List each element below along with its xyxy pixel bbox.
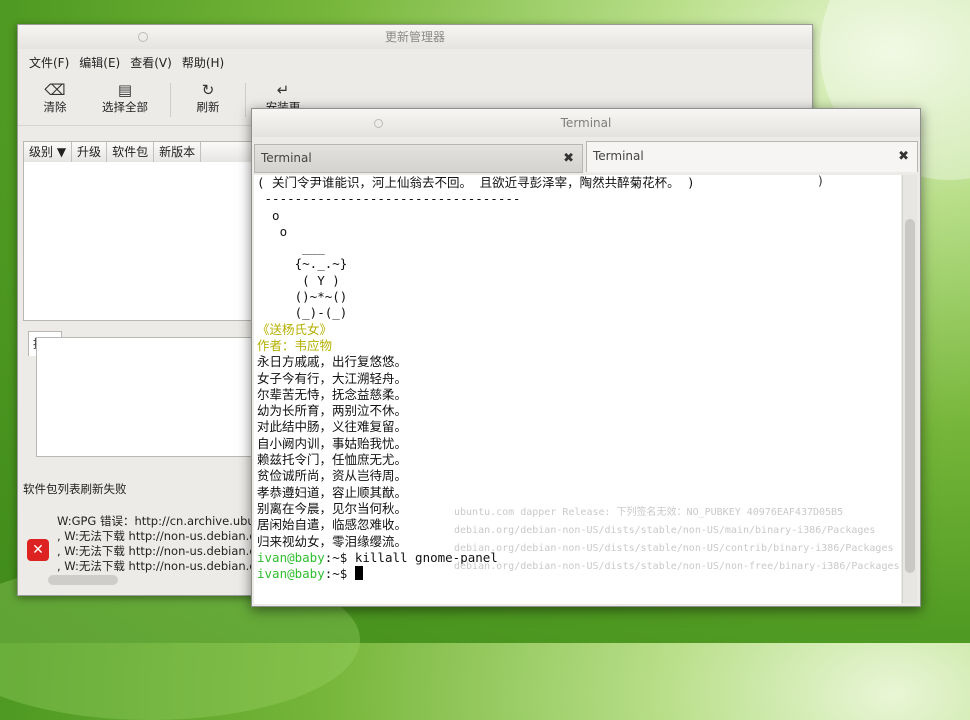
refresh-button-label: 刷新: [196, 100, 220, 114]
error-line: W:GPG 错误：http://cn.archive.ubuntu: [57, 514, 259, 528]
terminal-tab-1-label: Terminal: [261, 151, 312, 165]
menu-file[interactable]: 文件(F): [24, 54, 74, 71]
window-menu-icon[interactable]: [374, 119, 383, 128]
error-line: , W:无法下载 http://non-us.debian.or: [57, 559, 259, 573]
update-manager-titlebar[interactable]: 更新管理器: [18, 25, 812, 49]
toolbar-separator: [170, 83, 171, 117]
terminal-window-title: Terminal: [560, 116, 612, 130]
terminal-line: (_)-(_): [257, 305, 348, 321]
poem-line: 赖兹托令门，任恤庶无尤。: [257, 452, 408, 468]
column-package[interactable]: 软件包: [107, 142, 155, 162]
toolbar-separator: [245, 83, 246, 117]
update-manager-title: 更新管理器: [384, 30, 445, 44]
poem-author: 作者：韦应物: [257, 337, 333, 353]
terminal-line: ( 关门令尹谁能识，河上仙翁去不回。 且欲近寻彭泽宰，陶然共醉菊花杯。 ): [257, 175, 695, 190]
package-list[interactable]: [23, 162, 260, 321]
error-panel-scrollbar[interactable]: [48, 575, 118, 585]
error-line: , W:无法下载 http://non-us.debian.or: [57, 544, 259, 558]
prompt-user: ivan@baby: [257, 549, 325, 565]
prompt-user: ivan@baby: [257, 566, 325, 582]
terminal-tab-2-label: Terminal: [593, 149, 644, 163]
update-manager-menubar: 文件(F) 编辑(E) 查看(V) 帮助(H): [18, 49, 812, 75]
ghost-text: ubuntu.com dapper Release: 下列签名无效：NO_PUB…: [454, 507, 844, 518]
terminal-tabbar: Terminal ✖ Terminal ✖: [254, 141, 918, 174]
ghost-text: debian.org/debian-non-US/dists/stable/no…: [454, 525, 876, 536]
poem-title: 《送杨氏女》: [257, 321, 333, 337]
terminal-line: ___: [257, 240, 325, 256]
poem-line: 永日方戚戚，出行复悠悠。: [257, 354, 408, 370]
error-icon: ✕: [27, 539, 49, 561]
terminal-scrollbar-thumb[interactable]: [905, 219, 915, 573]
terminal-line: o: [257, 207, 280, 223]
prompt-suffix: :~$: [324, 566, 355, 582]
menu-help[interactable]: 帮助(H): [177, 54, 229, 71]
column-upgrade[interactable]: 升级: [72, 142, 108, 162]
clear-button[interactable]: ⌫ 清除: [24, 75, 86, 115]
terminal-line: {~._.~}: [257, 256, 348, 272]
column-level[interactable]: 级别 ▼: [24, 142, 73, 162]
terminal-titlebar[interactable]: Terminal: [252, 109, 920, 137]
menu-view[interactable]: 查看(V): [125, 54, 177, 71]
poem-line: 孝恭遵妇道，容止顺其猷。: [257, 484, 408, 500]
terminal-line: o: [257, 223, 288, 239]
terminal-line: ()~*~(): [257, 289, 348, 305]
poem-line: 尔辈苦无恃，抚念益慈柔。: [257, 386, 408, 402]
close-icon[interactable]: ✖: [898, 142, 909, 171]
terminal-tab-2[interactable]: Terminal ✖: [586, 141, 918, 172]
close-icon[interactable]: ✖: [563, 145, 574, 172]
error-panel: ✕ W:GPG 错误：http://cn.archive.ubuntu , W:…: [23, 503, 259, 585]
terminal-tab-1[interactable]: Terminal ✖: [254, 144, 583, 173]
ghost-text: debian.org/debian-non-US/dists/stable/no…: [454, 561, 900, 572]
refresh-status-text: 软件包列表刷新失败: [23, 482, 127, 496]
poem-line: 自小阙内训，事姑贻我忧。: [257, 435, 408, 451]
select-all-button[interactable]: ▤ 选择全部: [86, 75, 164, 115]
clear-button-label: 清除: [43, 100, 67, 114]
refresh-button[interactable]: ↻ 刷新: [177, 75, 239, 115]
package-list-header: 级别 ▼ 升级 软件包 新版本: [23, 141, 260, 163]
menu-edit[interactable]: 编辑(E): [74, 54, 125, 71]
poem-line: 贫俭诚所尚，资从岂待周。: [257, 468, 408, 484]
select-all-button-label: 选择全部: [102, 100, 148, 114]
terminal-screen[interactable]: ubuntu.com dapper Release: 下列签名无效：NO_PUB…: [254, 175, 901, 604]
poem-line: 对此结中肠，义往难复留。: [257, 419, 408, 435]
prompt-suffix: :~$: [324, 549, 355, 565]
select-all-icon: ▤: [117, 81, 133, 99]
poem-line: 女子今有行，大江溯轻舟。: [257, 370, 408, 386]
install-icon: ↵: [276, 81, 290, 99]
window-menu-icon[interactable]: [138, 32, 148, 42]
description-textview[interactable]: [36, 337, 263, 457]
terminal-line: ----------------------------------: [257, 191, 521, 207]
offscreen-paren: ): [818, 174, 823, 188]
text-cursor: [354, 566, 363, 581]
poem-line: 幼为长所育，两别泣不休。: [257, 403, 408, 419]
refresh-icon: ↻: [201, 81, 215, 99]
terminal-line: ( Y ): [257, 272, 340, 288]
ghost-text: debian.org/debian-non-US/dists/stable/no…: [454, 543, 894, 554]
clear-icon: ⌫: [44, 81, 66, 99]
column-new-version[interactable]: 新版本: [154, 142, 202, 162]
terminal-scrollbar[interactable]: [902, 175, 917, 603]
error-line: , W:无法下载 http://non-us.debian.or: [57, 529, 259, 543]
